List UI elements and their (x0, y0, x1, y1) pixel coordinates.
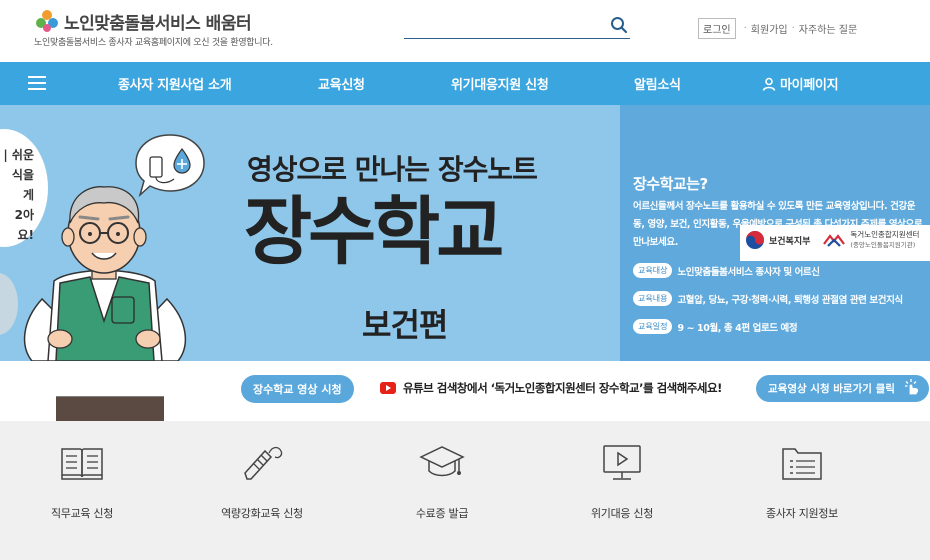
site-logo[interactable]: 노인맞춤돌봄서비스 배움터 (34, 8, 252, 34)
login-button[interactable]: 로그인 (698, 18, 736, 39)
logo-subtitle: 노인맞춤돌봄서비스 종사자 교육홈페이지에 오신 것을 환영합니다. (34, 38, 273, 48)
info-value: 9 ~ 10월, 총 4편 업로드 예정 (677, 322, 798, 334)
quick-item-label: 직무교육 신청 (50, 507, 114, 520)
hero-banner[interactable]: | 쉬운 식을 게 2아요! 보건복지부 독거노인종합지원센터 (중앙노인돌봄지… (0, 105, 930, 361)
signup-link[interactable]: 회원가입 (751, 21, 788, 36)
quick-item-capacity-training[interactable]: 역량강화교육 신청 (202, 443, 322, 521)
banner-subtitle: 영상으로 만나는 장수노트 (247, 153, 538, 186)
banner-info-row-target: 교육대상 노인맞춤돌봄서비스 종사자 및 어르신 (633, 263, 820, 278)
quick-item-label: 역량강화교육 신청 (221, 507, 303, 520)
watch-video-button-label: 교육영상 시청 바로가기 클릭 (768, 383, 895, 395)
banner-info-description: 어르신들께서 장수노트를 활용하실 수 있도록 만든 교육영상입니다. 건강운동… (633, 201, 923, 248)
nav-item-crisis[interactable]: 위기대응지원 신청 (451, 74, 549, 93)
page: 노인맞춤돌봄서비스 배움터 노인맞춤돌봄서비스 종사자 교육홈페이지에 오신 것… (0, 0, 930, 560)
search-icon[interactable] (610, 16, 628, 34)
separator-dot: · (743, 23, 747, 34)
banner-edition: 보건편 (362, 306, 448, 344)
nav-item-mypage[interactable]: 마이페이지 (762, 74, 839, 93)
nav-item-mypage-label: 마이페이지 (780, 78, 839, 93)
banner-info-heading: 장수학교는? (633, 175, 708, 193)
main-nav: 종사자 지원사업 소개 교육신청 위기대응지원 신청 알림소식 마이페이지 (0, 62, 930, 105)
logo-mark-icon (36, 10, 58, 32)
banner-title: 장수학교 (244, 189, 504, 275)
info-tag: 교육내용 (633, 291, 673, 306)
watch-video-button[interactable]: 교육영상 시청 바로가기 클릭 (756, 375, 929, 402)
quick-item-label: 종사자 지원정보 (766, 507, 838, 520)
nav-item-education[interactable]: 교육신청 (318, 74, 365, 93)
hamburger-menu-icon[interactable] (28, 76, 46, 90)
video-notice-strip: 장수학교 영상 시청 유튜브 검색창에서 ‘독거노인종합지원센터 장수학교’를 … (0, 361, 930, 421)
quick-item-job-training[interactable]: 직무교육 신청 (22, 443, 142, 521)
quick-item-label: 수료증 발급 (415, 507, 469, 520)
user-icon (762, 77, 776, 91)
video-watch-pill: 장수학교 영상 시청 (241, 375, 354, 403)
info-tag: 교육대상 (633, 263, 673, 278)
search-input[interactable] (404, 14, 604, 37)
quick-item-certificate[interactable]: 수료증 발급 (382, 443, 502, 521)
info-tag: 교육일정 (633, 319, 673, 334)
separator-dot: · (791, 23, 795, 34)
info-value: 고혈압, 당뇨, 구강·청력·시력, 퇴행성 관절염 관련 보건지식 (677, 294, 903, 306)
grandpa-legs-icon (56, 361, 166, 421)
book-icon (61, 448, 103, 480)
quick-item-crisis-support[interactable]: 위기대응 신청 (562, 443, 682, 521)
search-box (404, 14, 630, 39)
hand-click-icon (904, 379, 918, 395)
grandpa-illustration-icon (23, 186, 187, 361)
info-value: 노인맞춤돌봄서비스 종사자 및 어르신 (677, 266, 820, 278)
site-header: 노인맞춤돌봄서비스 배움터 노인맞춤돌봄서비스 종사자 교육홈페이지에 오신 것… (0, 0, 930, 62)
monitor-play-icon (603, 445, 641, 480)
quick-item-worker-info[interactable]: 종사자 지원정보 (742, 443, 862, 521)
nav-item-intro[interactable]: 종사자 지원사업 소개 (118, 74, 232, 93)
quick-menu: 직무교육 신청 역량강화교육 신청 수료증 발급 위기대응 신청 종사자 지원정… (0, 421, 930, 560)
quick-item-label: 위기대응 신청 (590, 507, 654, 520)
banner-info-row-schedule: 교육일정 9 ~ 10월, 총 4편 업로드 예정 (633, 319, 798, 334)
logo-title: 노인맞춤돌봄서비스 배움터 (64, 13, 252, 34)
pencil-icon (244, 446, 283, 480)
utility-links: 로그인 · 회원가입 · 자주하는 질문 (698, 18, 857, 39)
youtube-search-instruction: 유튜브 검색창에서 ‘독거노인종합지원센터 장수학교’를 검색해주세요! (403, 381, 722, 395)
faq-link[interactable]: 자주하는 질문 (799, 21, 857, 36)
nav-item-news[interactable]: 알림소식 (634, 74, 681, 93)
folder-list-icon (782, 448, 822, 480)
youtube-icon (380, 382, 396, 394)
banner-info-row-content: 교육내용 고혈압, 당뇨, 구강·청력·시력, 퇴행성 관절염 관련 보건지식 (633, 291, 903, 306)
graduation-cap-icon (419, 446, 465, 477)
